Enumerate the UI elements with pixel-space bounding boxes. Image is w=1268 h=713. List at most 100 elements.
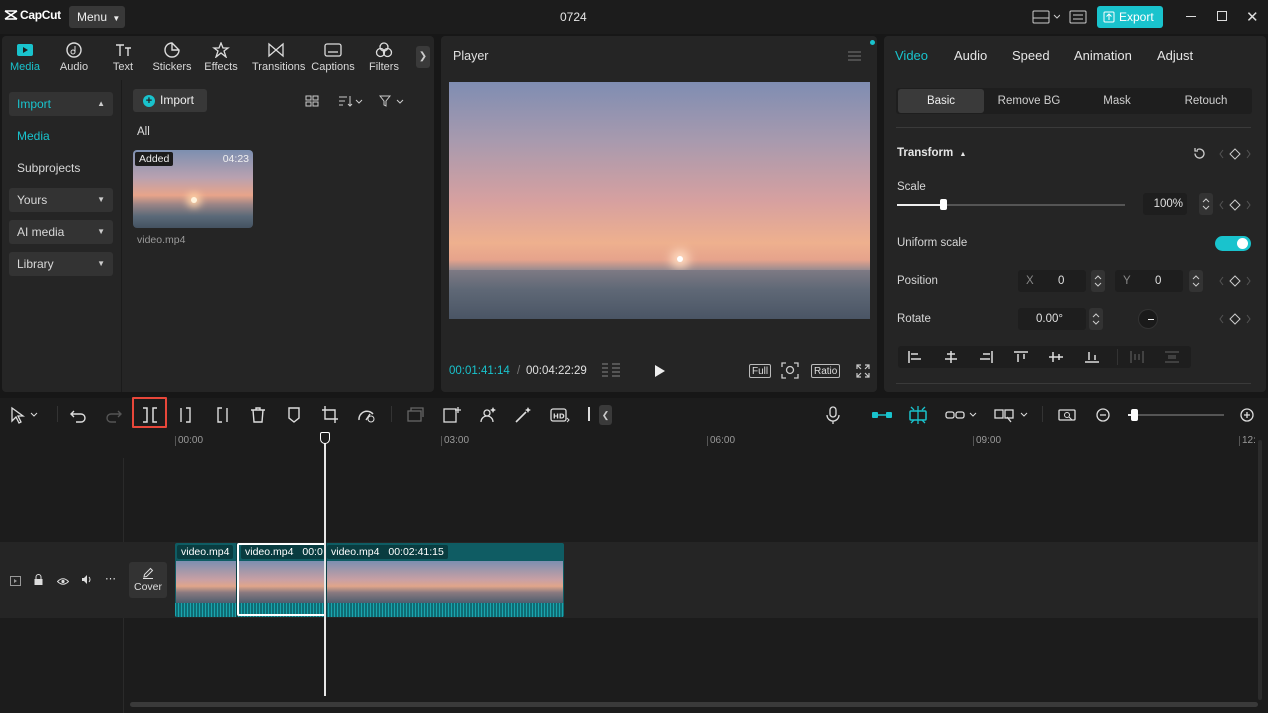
- preview-axis-icon[interactable]: [993, 404, 1029, 426]
- eye-icon[interactable]: [56, 575, 70, 589]
- position-x-input[interactable]: X 0: [1018, 270, 1086, 292]
- microphone-icon[interactable]: [823, 404, 843, 426]
- speed-ramp-icon[interactable]: [356, 404, 376, 426]
- split-right-icon[interactable]: [212, 404, 232, 426]
- ratio-button[interactable]: Ratio: [811, 364, 841, 378]
- tab-text[interactable]: Text: [99, 42, 147, 73]
- keyboard-shortcut-icon[interactable]: [1069, 10, 1087, 27]
- fullscreen-icon[interactable]: [856, 364, 870, 381]
- position-x-stepper[interactable]: [1091, 270, 1105, 292]
- rotate-stepper[interactable]: [1089, 308, 1103, 330]
- menu-button[interactable]: Menu ▼: [69, 6, 125, 28]
- tabs-scroll-right-button[interactable]: ❯: [416, 46, 430, 68]
- delete-icon[interactable]: [248, 404, 268, 426]
- scale-stepper[interactable]: [1199, 193, 1213, 215]
- zoom-in-icon[interactable]: [1237, 404, 1257, 426]
- ai-body-effect-icon[interactable]: [477, 404, 497, 426]
- playhead-handle[interactable]: [320, 432, 330, 444]
- magnet-snap-icon[interactable]: [906, 404, 930, 426]
- close-icon[interactable]: ✕: [1246, 8, 1259, 26]
- grid-view-icon[interactable]: [305, 95, 319, 110]
- sidebar-item-import[interactable]: Import ▲: [9, 92, 113, 116]
- subtab-mask[interactable]: Mask: [1074, 89, 1160, 113]
- tab-audio[interactable]: Audio: [50, 42, 98, 73]
- full-quality-button[interactable]: Full: [749, 364, 772, 378]
- distribute-v-icon[interactable]: [1165, 351, 1179, 366]
- align-center-h-icon[interactable]: [944, 351, 958, 366]
- tab-audio-props[interactable]: Audio: [954, 48, 987, 63]
- tab-effects[interactable]: Effects: [197, 42, 245, 73]
- tab-media[interactable]: Media: [1, 42, 49, 73]
- sidebar-item-media[interactable]: Media: [9, 124, 113, 148]
- position-y-stepper[interactable]: [1189, 270, 1203, 292]
- playhead[interactable]: [320, 432, 330, 696]
- subtab-basic[interactable]: Basic: [898, 89, 984, 113]
- transform-section-toggle[interactable]: Transform ▲: [897, 147, 966, 159]
- redo-icon[interactable]: [104, 404, 124, 426]
- lock-icon[interactable]: [34, 574, 43, 588]
- rotate-input[interactable]: 0.00°: [1018, 308, 1086, 330]
- minimize-icon[interactable]: [1186, 16, 1196, 17]
- rotate-dial[interactable]: [1138, 309, 1158, 329]
- crop-icon[interactable]: [320, 404, 340, 426]
- layout-icon[interactable]: [1032, 10, 1061, 27]
- distribute-h-icon[interactable]: [1130, 351, 1144, 366]
- reset-icon[interactable]: [1193, 147, 1206, 163]
- vertical-scrollbar[interactable]: [1258, 440, 1262, 700]
- tab-transitions[interactable]: Transitions: [252, 42, 305, 73]
- hamburger-icon[interactable]: [848, 50, 861, 64]
- sidebar-item-subprojects[interactable]: Subprojects: [9, 156, 113, 180]
- keyframe-nav-transform[interactable]: [1219, 148, 1251, 163]
- link-main-track-icon[interactable]: [870, 404, 894, 426]
- sidebar-item-ai-media[interactable]: AI media ▼: [9, 220, 113, 244]
- media-thumbnail[interactable]: Added 04:23: [133, 150, 253, 228]
- filter-icon[interactable]: [378, 95, 405, 110]
- tab-animation[interactable]: Animation: [1074, 48, 1132, 63]
- zoom-fit-icon[interactable]: [781, 362, 799, 382]
- zoom-out-icon[interactable]: [1093, 404, 1113, 426]
- undo-icon[interactable]: [68, 404, 88, 426]
- uniform-scale-toggle[interactable]: [1215, 236, 1251, 251]
- keyframe-nav-scale[interactable]: [1219, 199, 1251, 214]
- scale-slider-thumb[interactable]: [940, 199, 947, 210]
- keyframe-nav-rotate[interactable]: [1219, 313, 1251, 328]
- export-button[interactable]: Export: [1097, 6, 1163, 28]
- align-top-icon[interactable]: [1014, 351, 1028, 366]
- filter-all-label[interactable]: All: [137, 126, 150, 138]
- sidebar-item-yours[interactable]: Yours ▼: [9, 188, 113, 212]
- link-clips-icon[interactable]: [944, 404, 978, 426]
- select-tool-icon[interactable]: [9, 404, 38, 426]
- align-center-v-icon[interactable]: [1049, 351, 1063, 366]
- video-preview[interactable]: [449, 82, 870, 319]
- tab-stickers[interactable]: Stickers: [148, 42, 196, 73]
- freeze-frame-icon[interactable]: [441, 404, 461, 426]
- subtab-remove-bg[interactable]: Remove BG: [986, 89, 1072, 113]
- more-options-icon[interactable]: ⋯: [105, 572, 116, 585]
- marker-icon[interactable]: [284, 404, 304, 426]
- split-left-icon[interactable]: [176, 404, 196, 426]
- cover-button[interactable]: Cover: [129, 562, 167, 598]
- subtab-retouch[interactable]: Retouch: [1162, 89, 1250, 113]
- tab-adjust[interactable]: Adjust: [1157, 48, 1193, 63]
- timeline-scrollbar[interactable]: [130, 702, 1258, 707]
- timecode-grid-icon[interactable]: [600, 362, 622, 383]
- split-icon[interactable]: [140, 404, 160, 426]
- zoom-to-fit-icon[interactable]: [1057, 404, 1077, 426]
- align-right-icon[interactable]: [979, 351, 993, 366]
- sort-icon[interactable]: [338, 95, 364, 110]
- sidebar-item-library[interactable]: Library ▼: [9, 252, 113, 276]
- align-bottom-icon[interactable]: [1085, 351, 1099, 366]
- maximize-icon[interactable]: [1217, 11, 1227, 21]
- collapse-toolbar-button[interactable]: ❮: [599, 405, 612, 425]
- tab-filters[interactable]: Filters: [360, 42, 408, 73]
- scale-input[interactable]: 100%: [1143, 193, 1187, 215]
- zoom-slider[interactable]: [1128, 408, 1224, 422]
- tab-video[interactable]: Video: [895, 48, 928, 63]
- speaker-icon[interactable]: [81, 574, 93, 588]
- position-y-input[interactable]: Y 0: [1115, 270, 1183, 292]
- zoom-slider-thumb[interactable]: [1131, 409, 1138, 421]
- import-button[interactable]: + Import: [133, 89, 207, 112]
- tab-speed[interactable]: Speed: [1012, 48, 1050, 63]
- magic-wand-icon[interactable]: [513, 404, 533, 426]
- hd-enhance-icon[interactable]: HD: [549, 404, 570, 426]
